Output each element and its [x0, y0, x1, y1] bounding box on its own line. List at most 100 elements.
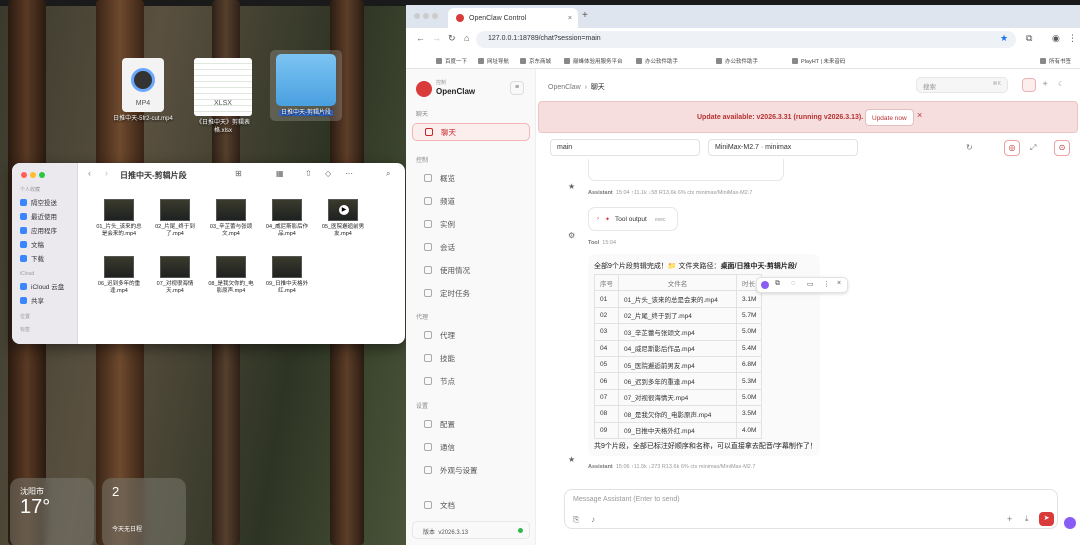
finder-window[interactable]: 个人收藏 隔空投送 最近使用 应用程序 文稿 下载 iCloud iCloud … [12, 163, 405, 344]
file-item[interactable]: 08_是我欠你的_电影原声.mp4 [206, 256, 256, 295]
minimize-icon[interactable] [30, 172, 36, 178]
browser-window[interactable]: OpenClaw Control × + ← → ↻ ⌂ 127.0.0.1:1… [406, 5, 1080, 545]
sidebar-item-shared[interactable]: 共享 [12, 293, 77, 307]
bookmark-item[interactable]: 办公软件助手 [716, 57, 758, 65]
sidebar-item-docs[interactable]: 文档 [412, 496, 530, 514]
microphone-icon[interactable]: ♪ [591, 515, 595, 524]
bookmark-item[interactable]: 巅峰体验用服务平台 [564, 57, 623, 65]
model-select[interactable]: MiniMax-M2.7 · minimax [708, 139, 858, 156]
copy-icon[interactable]: ⧉ [775, 280, 780, 288]
sidebar-item-appearance[interactable]: 外观与设置 [412, 461, 530, 479]
sidebar-item-skills[interactable]: 技能 [412, 349, 530, 367]
add-icon[interactable]: + [1007, 514, 1012, 524]
file-item[interactable]: 03_辛芷蕾与张颂文.mp4 [206, 199, 256, 238]
file-item[interactable]: ▶ 05_医院邂逅前男友.mp4 [318, 199, 368, 238]
message-input[interactable]: Message Assistant (Enter to send) [573, 496, 680, 503]
sidebar-item-icloud-drive[interactable]: iCloud 云盘 [12, 279, 77, 293]
forward-icon[interactable]: › [105, 168, 108, 178]
send-button[interactable]: ➤ [1039, 512, 1054, 526]
file-item[interactable]: 07_对视很海情天.mp4 [150, 256, 200, 295]
nav-group-agent: 代理 [416, 315, 429, 321]
new-tab-icon[interactable]: + [582, 10, 588, 21]
sidebar-item-airdrop[interactable]: 隔空投送 [12, 195, 77, 209]
desktop-icon-xlsx[interactable]: XLSX 《日推中天》剪辑表格.xlsx [188, 58, 258, 135]
bookmark-item[interactable]: 京东商城 [520, 57, 551, 65]
sidebar-item-comms[interactable]: 通信 [412, 438, 530, 456]
sidebar-item-cron[interactable]: 定时任务 [412, 284, 530, 302]
url-input[interactable]: 127.0.0.1:18789/chat?session=main [476, 31, 1016, 48]
tab-openclaw[interactable]: OpenClaw Control × [448, 8, 578, 28]
file-item[interactable]: 01_片头_该来的总是会来的.mp4 [94, 199, 144, 238]
sidebar-item-usage[interactable]: 使用情况 [412, 261, 530, 279]
search-input[interactable]: 搜索 ⌘K [916, 77, 1008, 93]
download-icon[interactable]: ⤓ [1025, 514, 1029, 524]
back-icon[interactable]: ← [416, 33, 425, 43]
desktop-icon-mp4[interactable]: MP4 日推中天-5fr2-cut.mp4 [108, 58, 178, 123]
calendar-widget[interactable]: 2 今天无日程 [102, 478, 186, 545]
sidebar-item-documents[interactable]: 文稿 [12, 237, 77, 251]
focus-mode-icon[interactable]: ◎ [1004, 140, 1020, 156]
sidebar-item-nodes[interactable]: 节点 [412, 372, 530, 390]
monitor-theme-icon[interactable] [1022, 78, 1036, 92]
sidebar-item-overview[interactable]: 概览 [412, 169, 530, 187]
comment-icon[interactable]: ◌ [791, 280, 795, 287]
close-icon[interactable]: × [837, 280, 841, 287]
sidebar-item-chat[interactable]: 聊天 [412, 123, 530, 141]
sun-theme-icon[interactable]: ☀ [1042, 80, 1048, 88]
bookmark-item[interactable]: PlayHT | 未来音码 [792, 57, 845, 65]
sidebar-item-config[interactable]: 配置 [412, 415, 530, 433]
sidebar-item-applications[interactable]: 应用程序 [12, 223, 77, 237]
minimize-icon[interactable] [423, 13, 429, 19]
more-icon[interactable]: ⋯ [345, 169, 353, 178]
reload-icon[interactable]: ↻ [448, 33, 456, 44]
ai-icon[interactable] [761, 281, 769, 289]
tool-card-collapsed[interactable] [588, 159, 784, 181]
sidebar-item-instances[interactable]: 实例 [412, 215, 530, 233]
file-item[interactable]: 02_片尾_终于到了.mp4 [150, 199, 200, 238]
refresh-icon[interactable]: ↻ [966, 143, 973, 152]
file-item[interactable]: 04_威尼斯影后作品.mp4 [262, 199, 312, 238]
maximize-icon[interactable] [432, 13, 438, 19]
share-icon[interactable]: ⇧ [305, 169, 312, 178]
bookmark-star-icon[interactable]: ★ [1000, 33, 1008, 44]
all-bookmarks[interactable]: 所有书签 [1040, 57, 1071, 65]
ai-assistant-icon[interactable] [1064, 517, 1076, 529]
agent-settings-icon[interactable]: ⊙ [1054, 140, 1070, 156]
expand-icon[interactable]: ⤢ [1030, 143, 1036, 153]
sidebar-item-agents[interactable]: 代理 [412, 326, 530, 344]
bookmark-item[interactable]: 网址导航 [478, 57, 509, 65]
close-tab-icon[interactable]: × [568, 15, 572, 22]
menu-icon[interactable]: ⋮ [1068, 33, 1077, 44]
update-now-button[interactable]: Update now [865, 109, 914, 126]
search-icon[interactable]: ⌕ [386, 169, 390, 179]
forward-icon[interactable]: → [432, 33, 441, 43]
file-item[interactable]: 06_迟到多年的重逢.mp4 [94, 256, 144, 295]
session-select[interactable]: main [550, 139, 700, 156]
tag-icon[interactable]: ◇ [325, 169, 331, 178]
file-item[interactable]: 09_日推中天格外红.mp4 [262, 256, 312, 295]
sidebar-item-sessions[interactable]: 会话 [412, 238, 530, 256]
weather-widget[interactable]: 沈阳市 17° [10, 478, 94, 545]
bookmark-item[interactable]: 办公软件助手 [636, 57, 678, 65]
close-icon[interactable] [21, 172, 27, 178]
desktop-icon-folder[interactable]: 日推中天-剪辑片段 [270, 50, 342, 121]
attach-icon[interactable]: ⎘ [573, 515, 579, 525]
dismiss-icon[interactable]: × [917, 110, 922, 120]
sidebar-item-downloads[interactable]: 下载 [12, 251, 77, 265]
sidebar-item-channels[interactable]: 频道 [412, 192, 530, 210]
bookmark-item[interactable]: 百度一下 [436, 57, 467, 65]
sidebar-toggle-icon[interactable]: ≡ [510, 81, 524, 95]
extensions-icon[interactable]: ⧉ [1026, 33, 1032, 44]
close-icon[interactable] [414, 13, 420, 19]
icon-view-icon[interactable]: ⊞ [235, 169, 242, 178]
note-icon[interactable]: ▭ [807, 280, 814, 288]
back-icon[interactable]: ‹ [88, 168, 91, 178]
maximize-icon[interactable] [39, 172, 45, 178]
tool-output-card[interactable]: › ✦ Tool output exec [588, 207, 678, 231]
sidebar-item-recents[interactable]: 最近使用 [12, 209, 77, 223]
home-icon[interactable]: ⌂ [464, 33, 469, 43]
more-icon[interactable]: ⋮ [823, 280, 830, 288]
profile-icon[interactable]: ◉ [1052, 33, 1060, 44]
moon-theme-icon[interactable]: ☾ [1058, 80, 1064, 88]
group-icon[interactable]: ▦ [276, 169, 284, 178]
